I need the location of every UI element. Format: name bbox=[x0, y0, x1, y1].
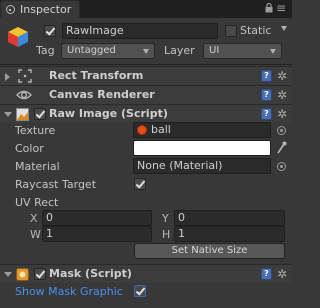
gear-icon[interactable]: ✲ bbox=[277, 88, 287, 102]
component-mask[interactable]: Mask (Script) ? ✲ bbox=[0, 264, 292, 283]
tab-label: Inspector bbox=[20, 3, 72, 16]
color-label: Color bbox=[15, 142, 44, 155]
inspector-icon bbox=[6, 5, 15, 14]
texture-field[interactable]: ball bbox=[133, 122, 271, 138]
component-title: Raw Image (Script) bbox=[49, 107, 168, 120]
show-mask-graphic-label: Show Mask Graphic bbox=[15, 285, 123, 298]
material-field[interactable]: None (Material) bbox=[133, 158, 271, 174]
uv-y-input[interactable]: 0 bbox=[174, 210, 285, 226]
gear-icon[interactable]: ✲ bbox=[277, 69, 287, 83]
texture-value: ball bbox=[151, 123, 171, 136]
uv-x-label: X bbox=[30, 212, 38, 225]
show-mask-graphic-checkbox[interactable] bbox=[134, 285, 146, 297]
layer-dropdown[interactable]: UI bbox=[203, 43, 282, 59]
uv-h-label: H bbox=[162, 228, 171, 241]
menu-icon[interactable]: ≡ bbox=[276, 1, 286, 15]
component-canvas-renderer[interactable]: Canvas Renderer ? ✲ bbox=[0, 85, 292, 104]
raw-image-enabled-checkbox[interactable] bbox=[34, 108, 46, 120]
uv-h-input[interactable]: 1 bbox=[174, 226, 285, 242]
layer-value: UI bbox=[209, 45, 220, 56]
gameobject-header: RawImage Static Tag Untagged Layer UI bbox=[0, 18, 292, 65]
color-swatch[interactable] bbox=[133, 140, 271, 156]
ball-texture-icon bbox=[137, 125, 147, 135]
material-label: Material bbox=[15, 160, 60, 173]
eye-icon bbox=[16, 90, 32, 100]
gear-icon[interactable]: ✲ bbox=[277, 267, 287, 281]
chevron-down-icon bbox=[143, 49, 149, 54]
static-label: Static bbox=[240, 24, 272, 37]
texture-label: Texture bbox=[15, 124, 56, 137]
component-raw-image[interactable]: Raw Image (Script) ? ✲ bbox=[0, 104, 292, 123]
component-rect-transform[interactable]: Rect Transform ? ✲ bbox=[0, 66, 292, 85]
uv-rect-label: UV Rect bbox=[15, 196, 59, 209]
uv-x-input[interactable]: 0 bbox=[42, 210, 152, 226]
uv-w-input[interactable]: 1 bbox=[42, 226, 152, 242]
set-native-size-button[interactable]: Set Native Size bbox=[134, 243, 285, 259]
gameobject-cube-icon bbox=[8, 27, 28, 47]
fold-arrow-icon[interactable] bbox=[5, 73, 10, 81]
tab-inspector[interactable]: Inspector bbox=[0, 0, 80, 18]
mask-script-icon bbox=[16, 268, 29, 281]
uv-y-label: Y bbox=[162, 212, 169, 225]
layer-label: Layer bbox=[164, 44, 195, 57]
fold-arrow-icon[interactable] bbox=[4, 272, 12, 277]
fold-arrow-icon[interactable] bbox=[4, 112, 12, 117]
tag-value: Untagged bbox=[67, 45, 116, 56]
chevron-down-icon bbox=[270, 49, 276, 54]
tag-label: Tag bbox=[36, 44, 55, 57]
object-picker-icon[interactable] bbox=[277, 162, 286, 171]
static-checkbox[interactable] bbox=[225, 25, 237, 37]
static-dropdown-arrow-icon[interactable] bbox=[281, 26, 287, 31]
component-title: Rect Transform bbox=[49, 69, 144, 82]
uv-w-label: W bbox=[30, 228, 41, 241]
gear-icon[interactable]: ✲ bbox=[277, 107, 287, 121]
tag-dropdown[interactable]: Untagged bbox=[61, 43, 155, 59]
rect-transform-icon bbox=[18, 69, 32, 83]
raw-image-icon bbox=[16, 108, 29, 121]
gameobject-name-input[interactable]: RawImage bbox=[62, 23, 218, 39]
raycast-target-checkbox[interactable] bbox=[134, 178, 146, 190]
object-picker-icon[interactable] bbox=[277, 126, 286, 135]
help-icon[interactable]: ? bbox=[261, 268, 272, 280]
help-icon[interactable]: ? bbox=[261, 89, 272, 101]
raycast-target-label: Raycast Target bbox=[15, 178, 97, 191]
lock-icon[interactable] bbox=[265, 3, 273, 13]
eyedropper-icon[interactable] bbox=[276, 141, 287, 154]
mask-enabled-checkbox[interactable] bbox=[34, 268, 46, 280]
component-title: Canvas Renderer bbox=[49, 88, 155, 101]
tab-bar: Inspector ≡ bbox=[0, 0, 292, 18]
component-title: Mask (Script) bbox=[49, 267, 132, 280]
active-checkbox[interactable] bbox=[44, 25, 56, 37]
help-icon[interactable]: ? bbox=[261, 70, 272, 82]
help-icon[interactable]: ? bbox=[261, 108, 272, 120]
